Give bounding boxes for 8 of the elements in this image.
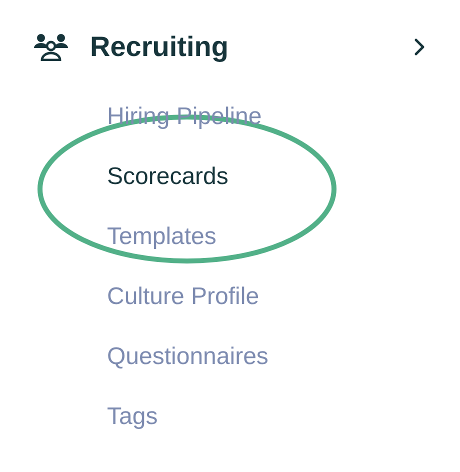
menu-item[interactable]: Templates [107,223,216,251]
menu-item[interactable]: Scorecards [107,163,228,191]
people-icon [34,33,68,61]
menu-item[interactable]: Tags [107,403,158,431]
chevron-right-icon[interactable] [414,38,426,56]
menu-item[interactable]: Questionnaires [107,343,268,371]
section-title[interactable]: Recruiting [90,31,414,63]
menu-item[interactable]: Culture Profile [107,283,260,311]
